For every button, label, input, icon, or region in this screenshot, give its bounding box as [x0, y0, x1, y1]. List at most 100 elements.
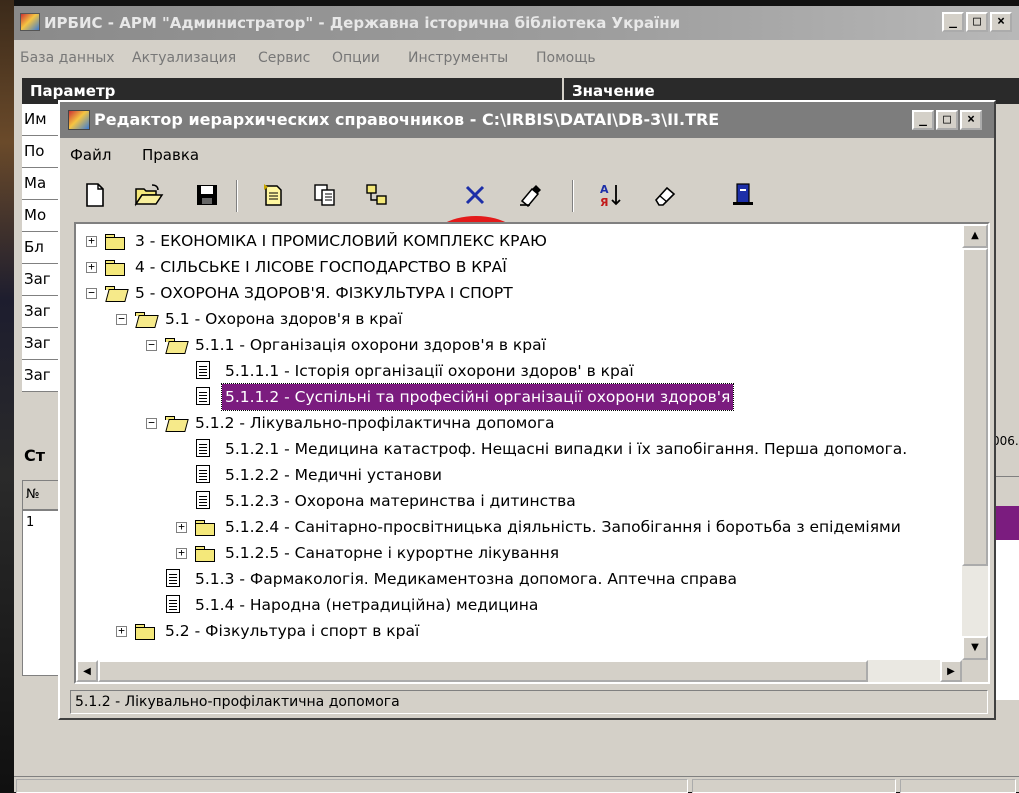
tree-item-label: 5.1.2.3 - Охорона материнства і дитинств…: [225, 492, 576, 510]
dialog-title-bar[interactable]: Редактор иерархических справочников - C:…: [60, 102, 994, 138]
folder-icon: [104, 232, 126, 250]
tree-item-label: 5.1.1 - Організація охорони здоров'я в к…: [195, 336, 546, 354]
add-item-icon[interactable]: [256, 178, 290, 212]
status-panel: [16, 779, 688, 793]
tree-item-label: 5.1.2.4 - Санітарно-просвітницька діяльн…: [225, 518, 901, 536]
dialog-toolbar: AЯ: [60, 172, 994, 280]
menu-database[interactable]: База данных: [20, 50, 115, 66]
menu-actualization[interactable]: Актуализация: [132, 50, 236, 66]
exit-door-icon[interactable]: [726, 178, 760, 212]
tree-item-label: 4 - СІЛЬСЬКЕ І ЛІСОВЕ ГОСПОДАРСТВО В КРА…: [135, 258, 507, 276]
dialog-app-icon[interactable]: [68, 110, 90, 130]
status-panel: [900, 779, 1016, 793]
toolbar-separator: [572, 180, 574, 212]
scroll-left-button[interactable]: ◀: [76, 660, 98, 682]
dialog-menu-bar: Файл Правка: [60, 140, 994, 172]
folder-icon: [194, 544, 216, 562]
expand-icon[interactable]: +: [116, 625, 127, 637]
scroll-corner: [962, 660, 988, 682]
scroll-up-button[interactable]: ▲: [962, 224, 988, 248]
menu-tools[interactable]: Инструменты: [408, 50, 508, 66]
main-minimize-button[interactable]: _: [942, 12, 964, 32]
expand-icon[interactable]: +: [176, 547, 187, 559]
status-panel: [692, 779, 896, 793]
tree-item-label: 5.1.2.1 - Медицина катастроф. Нещасні ви…: [225, 440, 908, 458]
horizontal-scroll-thumb[interactable]: [98, 660, 868, 682]
sort-az-icon[interactable]: AЯ: [594, 178, 628, 212]
toolbar-separator: [236, 180, 238, 212]
tree-items: +3 - ЕКОНОМІКА І ПРОМИСЛОВИЙ КОМПЛЕКС КР…: [76, 224, 962, 660]
horizontal-scrollbar[interactable]: ◀ ▶: [76, 660, 962, 682]
expand-icon[interactable]: +: [86, 261, 97, 273]
document-icon: [166, 569, 180, 587]
tree-item-label: 5.1.2 - Лікувально-профілактична допомог…: [195, 414, 555, 432]
document-icon: [196, 465, 210, 483]
svg-text:A: A: [600, 183, 609, 196]
copy-icon[interactable]: [308, 178, 342, 212]
tree-item-label: 5.2 - Фізкультура і спорт в краї: [165, 622, 420, 640]
hierarchy-tree-view[interactable]: +3 - ЕКОНОМІКА І ПРОМИСЛОВИЙ КОМПЛЕКС КР…: [74, 222, 990, 684]
menu-service[interactable]: Сервис: [258, 50, 310, 66]
document-icon: [196, 439, 210, 457]
hierarchy-editor-dialog: Редактор иерархических справочников - C:…: [58, 100, 996, 720]
folder-icon: [104, 258, 126, 276]
save-disk-icon[interactable]: [190, 178, 224, 212]
main-menu-bar: База данных Актуализация Сервис Опции Ин…: [14, 40, 1019, 78]
right-grid-body: [992, 540, 1019, 700]
open-folder-icon: [134, 310, 156, 328]
document-icon: [166, 595, 180, 613]
dialog-minimize-button[interactable]: _: [912, 110, 934, 130]
collapse-icon[interactable]: −: [146, 417, 157, 429]
main-window-title: ИРБИС - АРМ "Администратор" - Державна і…: [44, 14, 681, 32]
collapse-icon[interactable]: −: [116, 313, 127, 325]
collapse-icon[interactable]: −: [146, 339, 157, 351]
open-folder-icon: [164, 414, 186, 432]
scroll-right-button[interactable]: ▶: [940, 660, 962, 682]
folder-icon: [134, 622, 156, 640]
delete-x-icon[interactable]: [458, 178, 492, 212]
main-maximize-button[interactable]: □: [966, 12, 988, 32]
tree-item-label: 5.1.2.5 - Санаторне і курортне лікування: [225, 544, 560, 562]
menu-file[interactable]: Файл: [70, 146, 111, 164]
expand-icon[interactable]: +: [86, 235, 97, 247]
right-value-fragment: 006.: [992, 428, 1019, 456]
tree-item-label: 5.1 - Охорона здоров'я в краї: [165, 310, 403, 328]
tree-item-label: 5.1.2.2 - Медичні установи: [225, 466, 442, 484]
lower-panel-label: Ст: [24, 446, 46, 465]
open-folder-icon: [164, 336, 186, 354]
expand-icon[interactable]: +: [176, 521, 187, 533]
menu-edit[interactable]: Правка: [142, 146, 199, 164]
tree-item-label: 5.1.4 - Народна (нетрадиційна) медицина: [195, 596, 539, 614]
document-icon: [196, 387, 210, 405]
open-folder-icon: [104, 284, 126, 302]
vertical-scrollbar[interactable]: ▲ ▼: [962, 224, 988, 660]
right-grid-header: [992, 476, 1019, 506]
app-icon[interactable]: [20, 13, 40, 31]
menu-options[interactable]: Опции: [332, 50, 380, 66]
edit-brush-icon[interactable]: [514, 178, 548, 212]
tree-item-label: 5.1.1.2 - Суспільні та професійні органі…: [220, 383, 735, 411]
tree-item-label: 5.1.3 - Фармакологія. Медикаментозна доп…: [195, 570, 737, 588]
new-file-icon[interactable]: [78, 178, 112, 212]
add-subitem-icon[interactable]: [360, 178, 394, 212]
vertical-scroll-thumb[interactable]: [962, 248, 988, 566]
right-selected-row[interactable]: [992, 506, 1019, 540]
document-icon: [196, 491, 210, 509]
dialog-close-button[interactable]: ×: [960, 110, 982, 130]
dialog-maximize-button[interactable]: □: [936, 110, 958, 130]
main-close-button[interactable]: ×: [990, 12, 1012, 32]
svg-text:Я: Я: [600, 196, 608, 208]
tree-item-label: 5 - ОХОРОНА ЗДОРОВ'Я. ФІЗКУЛЬТУРА І СПОР…: [135, 284, 513, 302]
desktop-background: [0, 0, 14, 792]
open-folder-icon[interactable]: [132, 178, 166, 212]
folder-icon: [194, 518, 216, 536]
dialog-title: Редактор иерархических справочников - C:…: [94, 110, 720, 129]
tree-item-label: 3 - ЕКОНОМІКА І ПРОМИСЛОВИЙ КОМПЛЕКС КРА…: [135, 232, 547, 250]
main-title-bar[interactable]: ИРБИС - АРМ "Администратор" - Державна і…: [14, 6, 1019, 40]
document-icon: [196, 361, 210, 379]
main-status-bar: [14, 776, 1019, 793]
scroll-down-button[interactable]: ▼: [962, 636, 988, 660]
menu-help[interactable]: Помощь: [536, 50, 596, 66]
collapse-icon[interactable]: −: [86, 287, 97, 299]
eraser-icon[interactable]: [648, 178, 682, 212]
